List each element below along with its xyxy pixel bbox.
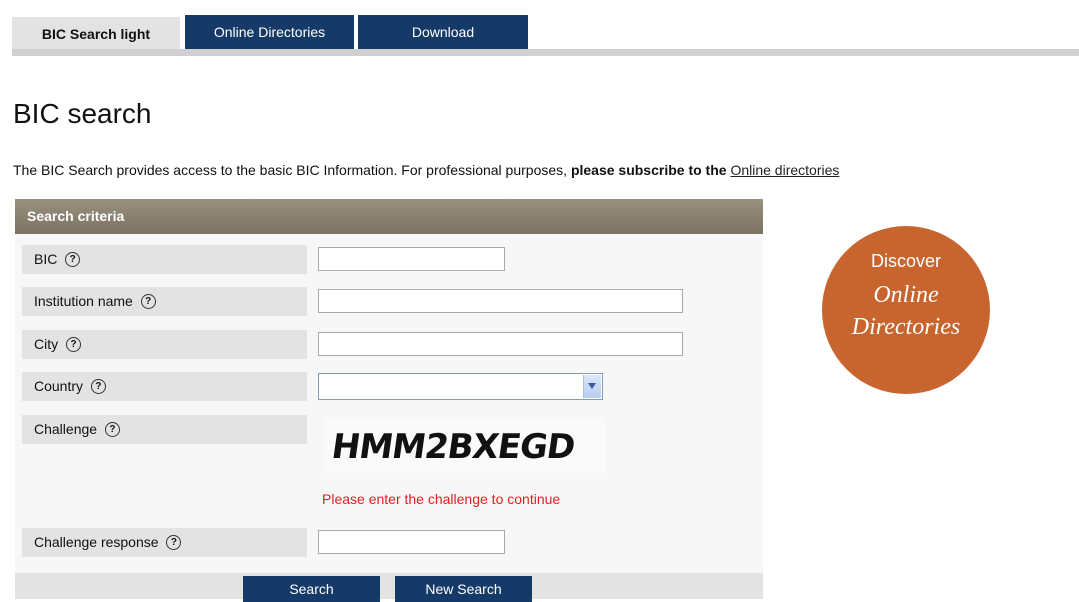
- institution-name-label: Institution name ?: [22, 287, 307, 316]
- challenge-response-label: Challenge response ?: [22, 528, 307, 557]
- intro-plain: The BIC Search provides access to the ba…: [13, 162, 571, 178]
- search-criteria-panel: Search criteria BIC ? Institution name ?…: [15, 199, 763, 602]
- challenge-response-label-text: Challenge response: [34, 534, 159, 550]
- challenge-label-text: Challenge: [34, 421, 98, 437]
- captcha-image: HMM2BXEGD: [324, 418, 606, 473]
- promo-line-1: Discover: [870, 251, 941, 271]
- search-criteria-header: Search criteria: [15, 199, 763, 234]
- bic-input[interactable]: [318, 247, 505, 271]
- button-row: [15, 573, 763, 599]
- online-directories-link[interactable]: Online directories: [730, 162, 839, 178]
- city-label: City ?: [22, 330, 307, 359]
- city-label-text: City: [34, 336, 59, 352]
- bic-label: BIC ?: [22, 245, 307, 274]
- tab-bic-search-light[interactable]: BIC Search light: [12, 17, 180, 51]
- captcha-text: HMM2BXEGD: [329, 427, 577, 467]
- institution-name-help-icon[interactable]: ?: [140, 293, 156, 309]
- country-help-icon[interactable]: ?: [90, 378, 106, 394]
- challenge-help-icon[interactable]: ?: [104, 421, 120, 437]
- bic-help-icon[interactable]: ?: [65, 251, 81, 267]
- chevron-down-icon[interactable]: [583, 375, 601, 398]
- search-button[interactable]: Search: [243, 576, 380, 602]
- challenge-response-input[interactable]: [318, 530, 505, 554]
- discover-online-directories-promo[interactable]: Discover Online Directories: [822, 226, 990, 394]
- country-label-text: Country: [34, 378, 84, 394]
- challenge-error-message: Please enter the challenge to continue: [322, 491, 561, 507]
- promo-line-2: Online: [873, 282, 939, 308]
- tab-download[interactable]: Download: [358, 15, 528, 49]
- country-select[interactable]: [318, 373, 603, 400]
- search-criteria-body: BIC ? Institution name ? City ? Country …: [15, 234, 763, 602]
- challenge-label: Challenge ?: [22, 415, 307, 444]
- intro-text: The BIC Search provides access to the ba…: [13, 162, 839, 178]
- city-input[interactable]: [318, 332, 683, 356]
- tab-online-directories[interactable]: Online Directories: [185, 15, 354, 49]
- tab-underline: [12, 49, 1079, 56]
- challenge-response-help-icon[interactable]: ?: [166, 534, 182, 550]
- bic-label-text: BIC: [34, 251, 58, 267]
- captcha-svg: HMM2BXEGD: [329, 427, 577, 467]
- promo-line-3: Directories: [851, 314, 961, 340]
- country-label: Country ?: [22, 372, 307, 401]
- city-help-icon[interactable]: ?: [66, 336, 82, 352]
- institution-name-label-text: Institution name: [34, 293, 133, 309]
- institution-name-input[interactable]: [318, 289, 683, 313]
- page-title: BIC search: [13, 98, 152, 129]
- new-search-button[interactable]: New Search: [395, 576, 532, 602]
- intro-bold: please subscribe to the: [570, 162, 731, 178]
